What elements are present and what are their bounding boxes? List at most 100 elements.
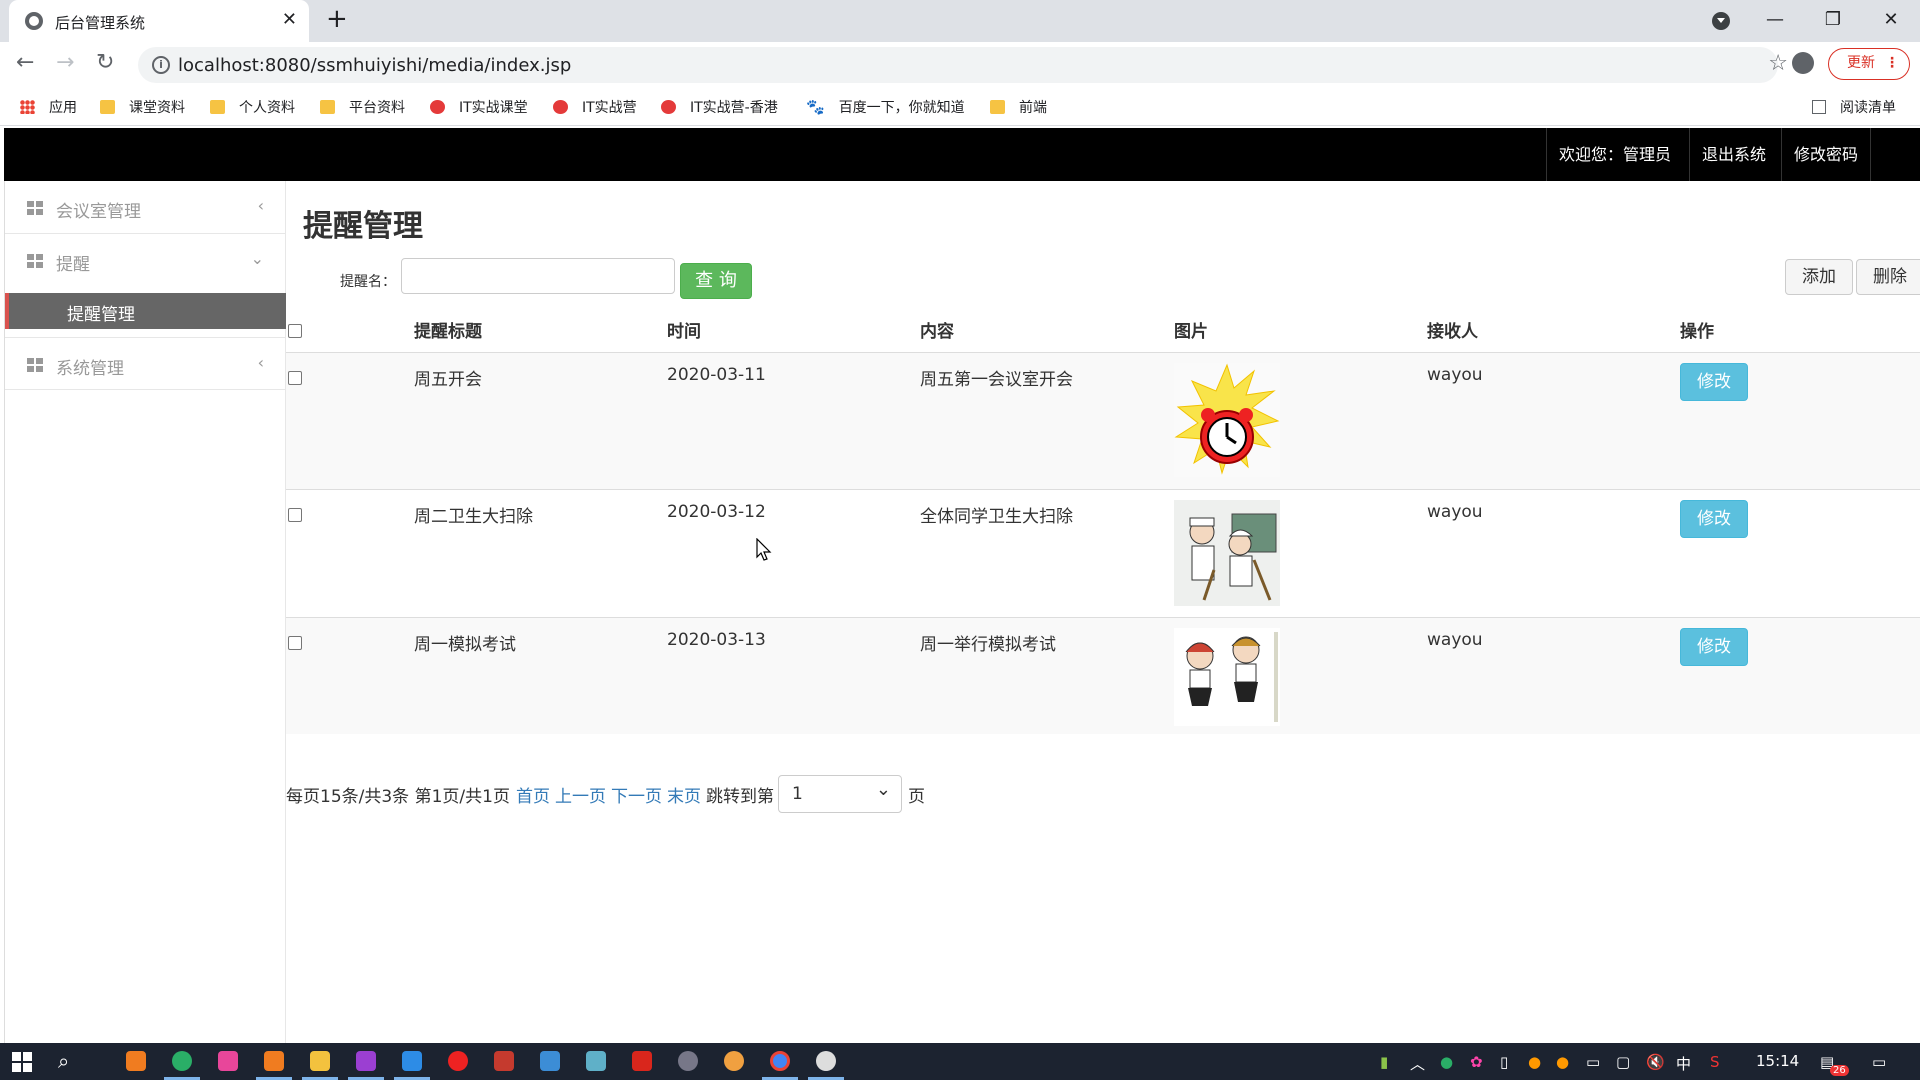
row-checkbox[interactable] bbox=[288, 371, 302, 385]
column-header: 接收人 bbox=[1427, 322, 1478, 342]
bookmark-folder[interactable]: 课堂资料 bbox=[100, 97, 185, 117]
app-icon[interactable] bbox=[402, 1051, 422, 1071]
minimize-icon[interactable]: — bbox=[1746, 0, 1804, 42]
sidebar-item-reminders[interactable]: 提醒 ⌄ bbox=[5, 234, 286, 287]
app-icon[interactable] bbox=[494, 1051, 514, 1071]
wechat-icon[interactable] bbox=[172, 1051, 192, 1071]
qq-tray-icon[interactable]: ● bbox=[1528, 1053, 1541, 1071]
edit-button[interactable]: 修改 bbox=[1680, 628, 1748, 666]
bookmark-link[interactable]: IT实战课堂 bbox=[430, 97, 528, 117]
table-row: 周二卫生大扫除 2020-03-12 全体同学卫生大扫除 wayou 修改 bbox=[286, 489, 1920, 617]
notification-badge: 26 bbox=[1830, 1065, 1849, 1076]
folder-icon bbox=[210, 100, 225, 114]
tab-search-icon[interactable] bbox=[1712, 12, 1730, 30]
app-icon[interactable] bbox=[586, 1051, 606, 1071]
netease-music-icon[interactable] bbox=[448, 1051, 468, 1071]
qq-tray-icon[interactable]: ● bbox=[1556, 1053, 1569, 1071]
site-favicon-icon bbox=[661, 100, 676, 114]
app-icon[interactable] bbox=[540, 1051, 560, 1071]
jump-label: 跳转到第 bbox=[705, 786, 774, 807]
clock[interactable]: 15:14 bbox=[1756, 1052, 1799, 1070]
search-icon[interactable]: ⌕ bbox=[58, 1049, 69, 1073]
column-header: 提醒标题 bbox=[414, 322, 482, 342]
browser-tab-strip: 后台管理系统 ✕ + — ❐ ✕ bbox=[0, 0, 1920, 42]
bookmark-link[interactable]: 🐾 百度一下，你就知道 bbox=[806, 97, 965, 117]
windows-taskbar: ⌕ ▮ ︿ ● ✿ ▯ ● ● ▭ ▢ 🔇 中 S 15:14 ▤ 26 ▭ bbox=[0, 1043, 1920, 1080]
row-time: 2020-03-13 bbox=[667, 630, 766, 650]
app-header: 欢迎您：管理员 退出系统 修改密码 bbox=[4, 128, 1920, 181]
settings-icon[interactable] bbox=[678, 1051, 698, 1071]
bookmark-star-icon[interactable]: ☆ bbox=[1768, 51, 1788, 76]
sogou-ime-icon[interactable]: S bbox=[1710, 1053, 1720, 1071]
new-tab-icon[interactable]: + bbox=[326, 4, 348, 34]
ide-icon[interactable] bbox=[356, 1051, 376, 1071]
cleaning-cartoon-image bbox=[1174, 500, 1280, 606]
chrome-icon[interactable] bbox=[770, 1051, 790, 1071]
row-checkbox[interactable] bbox=[288, 508, 302, 522]
sidebar-item-system[interactable]: 系统管理 ‹ bbox=[5, 337, 286, 390]
bookmark-folder[interactable]: 个人资料 bbox=[210, 97, 295, 117]
row-checkbox[interactable] bbox=[288, 636, 302, 650]
app-icon[interactable] bbox=[724, 1051, 744, 1071]
bookmark-folder[interactable]: 前端 bbox=[990, 97, 1047, 117]
logout-link[interactable]: 退出系统 bbox=[1689, 128, 1778, 181]
network-icon[interactable]: ▢ bbox=[1616, 1053, 1630, 1071]
sidebar-subitem-reminder-management[interactable]: 提醒管理 bbox=[5, 293, 286, 329]
select-all-checkbox[interactable] bbox=[288, 324, 302, 338]
delete-button[interactable]: 删除 bbox=[1856, 259, 1920, 295]
change-password-link[interactable]: 修改密码 bbox=[1781, 128, 1872, 181]
app-icon[interactable] bbox=[218, 1051, 238, 1071]
reload-icon[interactable]: ↻ bbox=[96, 50, 114, 75]
battery-tray-icon[interactable]: ▮ bbox=[1380, 1053, 1388, 1071]
row-title: 周一模拟考试 bbox=[414, 635, 516, 655]
chat-icon[interactable] bbox=[816, 1051, 836, 1071]
show-hidden-icons[interactable]: ︿ bbox=[1410, 1053, 1425, 1074]
sidebar: 会议室管理 ‹ 提醒 ⌄ 提醒管理 系统管理 ‹ bbox=[4, 181, 286, 1043]
bookmark-link[interactable]: IT实战营 bbox=[553, 97, 637, 117]
tray-icon[interactable]: ✿ bbox=[1470, 1053, 1483, 1071]
app-icon[interactable] bbox=[126, 1051, 146, 1071]
tab-title: 后台管理系统 bbox=[55, 14, 146, 32]
profile-avatar-icon[interactable] bbox=[1792, 52, 1814, 74]
file-explorer-icon[interactable] bbox=[310, 1051, 330, 1071]
bookmark-folder[interactable]: 平台资料 bbox=[320, 97, 405, 117]
prev-page-link[interactable]: 上一页 bbox=[555, 782, 606, 807]
battery-icon[interactable]: ▭ bbox=[1586, 1053, 1600, 1071]
last-page-link[interactable]: 末页 bbox=[667, 782, 701, 807]
address-bar[interactable]: i localhost:8080/ssmhuiyishi/media/index… bbox=[138, 47, 1788, 83]
grid-icon bbox=[27, 201, 43, 215]
search-input[interactable] bbox=[401, 258, 675, 294]
restore-icon[interactable]: ❐ bbox=[1804, 0, 1862, 42]
bookmark-apps[interactable]: 应用 bbox=[20, 97, 77, 117]
volume-muted-icon[interactable]: 🔇 bbox=[1646, 1053, 1665, 1071]
sidebar-item-meeting-rooms[interactable]: 会议室管理 ‹ bbox=[5, 181, 286, 234]
next-page-link[interactable]: 下一页 bbox=[611, 782, 662, 807]
windows-start-icon[interactable] bbox=[12, 1052, 32, 1072]
update-button[interactable]: 更新 ⋮ bbox=[1828, 48, 1910, 80]
site-info-icon[interactable]: i bbox=[152, 56, 170, 74]
row-title: 周二卫生大扫除 bbox=[414, 507, 533, 527]
add-button[interactable]: 添加 bbox=[1785, 259, 1853, 295]
browser-tab[interactable]: 后台管理系统 ✕ bbox=[9, 0, 309, 42]
back-icon[interactable]: ← bbox=[16, 50, 34, 75]
page-select[interactable]: 1 bbox=[777, 772, 902, 813]
search-button[interactable]: 查 询 bbox=[680, 263, 752, 299]
microphone-icon[interactable]: ▯ bbox=[1500, 1053, 1508, 1071]
edit-button[interactable]: 修改 bbox=[1680, 500, 1748, 538]
reading-list[interactable]: 阅读清单 bbox=[1812, 97, 1896, 117]
row-time: 2020-03-12 bbox=[667, 502, 766, 522]
row-receiver: wayou bbox=[1427, 365, 1483, 385]
site-favicon-icon bbox=[553, 100, 568, 114]
app-icon[interactable] bbox=[264, 1051, 284, 1071]
ime-indicator[interactable]: 中 bbox=[1676, 1053, 1691, 1074]
edit-button[interactable]: 修改 bbox=[1680, 363, 1748, 401]
action-center-icon[interactable]: ▭ bbox=[1872, 1053, 1886, 1071]
column-header: 图片 bbox=[1174, 322, 1208, 342]
close-window-icon[interactable]: ✕ bbox=[1862, 0, 1920, 42]
forward-icon[interactable]: → bbox=[56, 50, 74, 75]
wechat-tray-icon[interactable]: ● bbox=[1440, 1053, 1453, 1071]
tab-close-icon[interactable]: ✕ bbox=[282, 9, 297, 30]
wps-icon[interactable] bbox=[632, 1051, 652, 1071]
bookmark-link[interactable]: IT实战营-香港 bbox=[661, 97, 778, 117]
first-page-link[interactable]: 首页 bbox=[516, 782, 550, 807]
